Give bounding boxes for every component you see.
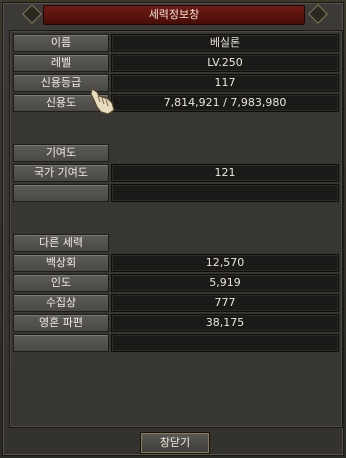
title-ornament-right-icon <box>308 4 328 24</box>
row-other-header: 다른 세력 <box>13 234 339 252</box>
info-panel: 이름 베실론 레벨 LV.250 신용등급 117 신용도 7,814,921 … <box>9 30 343 428</box>
value-level: LV.250 <box>111 54 339 72</box>
label-level: 레벨 <box>13 54 109 72</box>
label-soul-fragment: 영혼 파편 <box>13 314 109 332</box>
window-title: 세력정보창 <box>43 5 305 25</box>
row-national-contribution: 국가 기여도 121 <box>13 164 339 182</box>
value-indo: 5,919 <box>111 274 339 292</box>
close-window-button[interactable]: 창닫기 <box>140 432 210 454</box>
value-credit: 7,814,921 / 7,983,980 <box>111 94 339 112</box>
row-contribution-header: 기여도 <box>13 144 339 162</box>
value-empty <box>111 334 339 352</box>
row-collector: 수집상 777 <box>13 294 339 312</box>
label-name: 이름 <box>13 34 109 52</box>
pointer-hand-icon <box>90 88 115 115</box>
faction-info-window: 세력정보창 이름 베실론 레벨 LV.250 신용등급 117 신용도 7,81… <box>2 2 344 456</box>
label-baeksanghoe: 백상회 <box>13 254 109 272</box>
row-name: 이름 베실론 <box>13 34 339 52</box>
value-soul-fragment: 38,175 <box>111 314 339 332</box>
label-national-contribution: 국가 기여도 <box>13 164 109 182</box>
row-other-empty <box>13 334 339 352</box>
section-header-contribution: 기여도 <box>13 144 109 162</box>
label-empty <box>13 334 109 352</box>
section-header-other-factions: 다른 세력 <box>13 234 109 252</box>
value-national-contribution: 121 <box>111 164 339 182</box>
title-ornament-left-icon <box>22 4 42 24</box>
row-indo: 인도 5,919 <box>13 274 339 292</box>
row-soul-fragment: 영혼 파편 38,175 <box>13 314 339 332</box>
row-contribution-empty <box>13 184 339 202</box>
row-credit-grade: 신용등급 117 <box>13 74 339 92</box>
value-name: 베실론 <box>111 34 339 52</box>
label-indo: 인도 <box>13 274 109 292</box>
value-collector: 777 <box>111 294 339 312</box>
row-baeksanghoe: 백상회 12,570 <box>13 254 339 272</box>
row-level: 레벨 LV.250 <box>13 54 339 72</box>
row-credit: 신용도 7,814,921 / 7,983,980 <box>13 94 339 112</box>
label-empty <box>13 184 109 202</box>
value-baeksanghoe: 12,570 <box>111 254 339 272</box>
label-collector: 수집상 <box>13 294 109 312</box>
value-empty <box>111 184 339 202</box>
value-credit-grade: 117 <box>111 74 339 92</box>
